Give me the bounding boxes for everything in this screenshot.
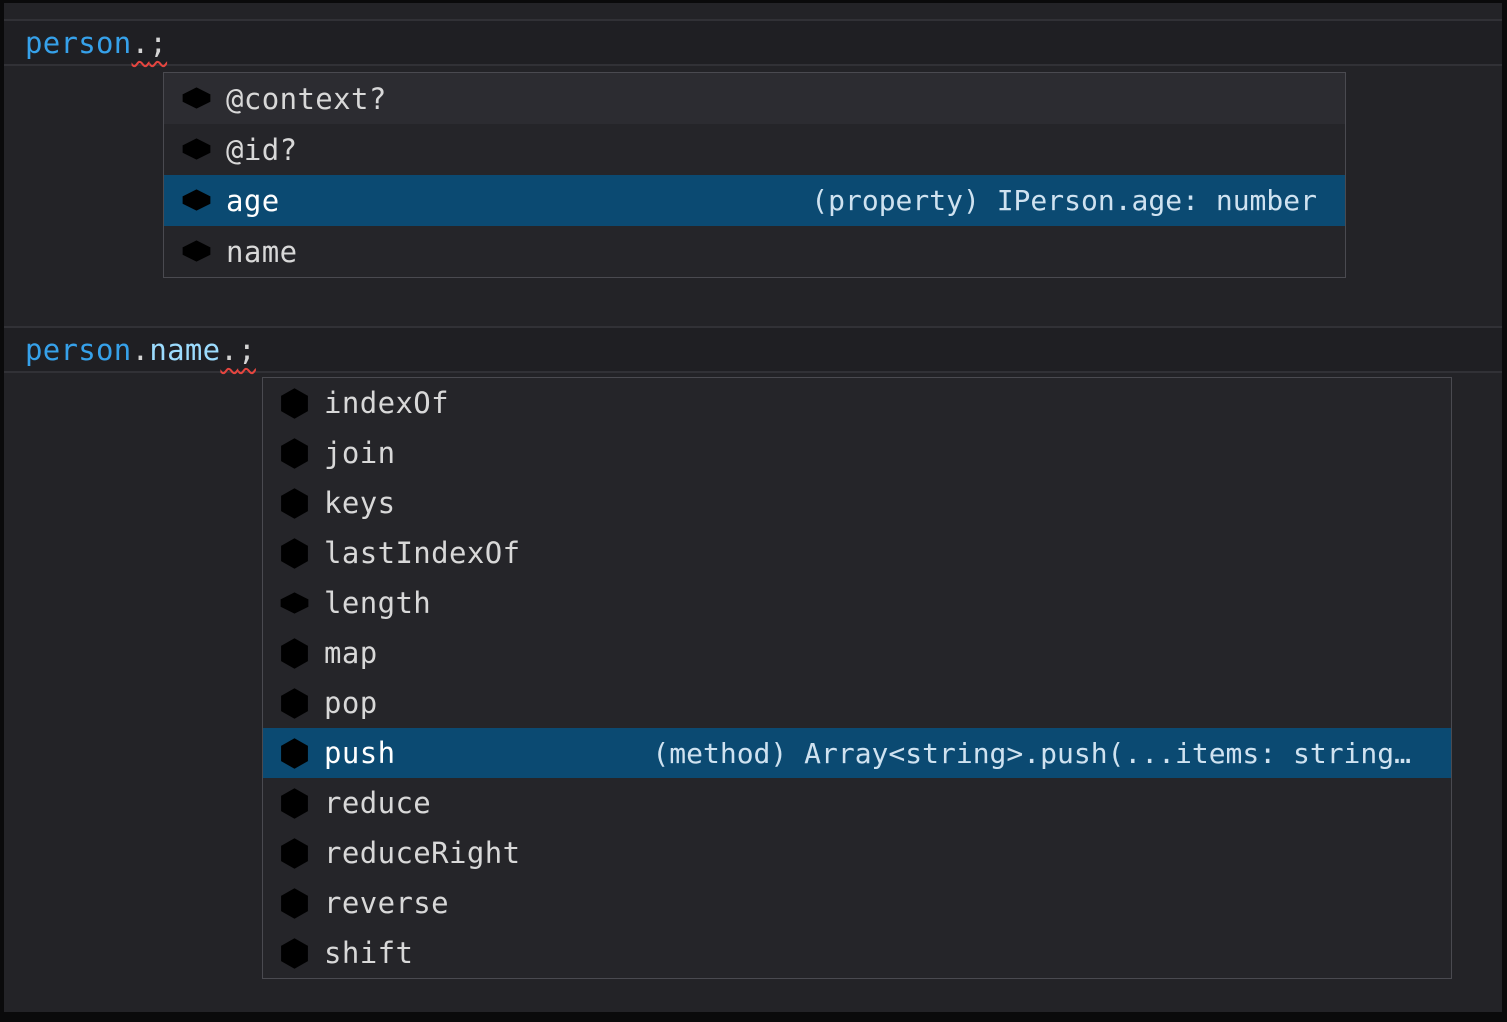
symbol-method-icon [276,385,313,422]
suggestion-item[interactable]: lastIndexOf [263,528,1451,578]
suggestion-detail: (property) IPerson.age: number [811,184,1317,217]
symbol-field-icon [178,80,215,117]
suggestion-label: name [226,235,297,269]
symbol-field-icon [178,182,215,219]
suggestion-item[interactable]: reduce [263,778,1451,828]
editor-window: person.; @context? @id? age (property) I… [4,3,1502,1012]
suggestion-detail: (method) Array<string>.push(...items: st… [652,737,1411,770]
suggestion-label: reduceRight [324,836,520,870]
screenshot-root: { "colors": { "editor_background": "#232… [0,0,1507,1022]
semicolon-token-error: ; [238,333,256,367]
symbol-method-icon [276,435,313,472]
symbol-method-icon [276,485,313,522]
symbol-method-icon [276,935,313,972]
suggestion-label: shift [324,936,413,970]
suggestion-item-selected[interactable]: age (property) IPerson.age: number [164,175,1345,226]
suggestion-label: reverse [324,886,449,920]
code-line-2: person.name.; [4,333,256,367]
suggestion-label: reduce [324,786,431,820]
editor-line-1[interactable]: person.; [4,19,1502,66]
code-line-1: person.; [4,26,167,60]
suggestion-label: age [226,184,280,218]
suggestion-item[interactable]: reduceRight [263,828,1451,878]
suggestion-label: map [324,636,378,670]
suggest-widget-1: @context? @id? age (property) IPerson.ag… [163,72,1346,278]
property-token: name [149,333,220,367]
symbol-method-icon [276,535,313,572]
suggestion-label: lastIndexOf [324,536,520,570]
symbol-method-icon [276,635,313,672]
suggestion-item[interactable]: @context? [164,73,1345,124]
suggestion-item[interactable]: join [263,428,1451,478]
suggestion-label: keys [324,486,395,520]
suggest-widget-2: indexOf join keys lastIndexOf length map… [262,377,1452,979]
symbol-method-icon [276,785,313,822]
symbol-field-icon [276,585,313,622]
symbol-field-icon [178,131,215,168]
symbol-method-icon [276,735,313,772]
symbol-method-icon [276,685,313,722]
suggestion-item[interactable]: length [263,578,1451,628]
suggestion-label: pop [324,686,378,720]
symbol-method-icon [276,835,313,872]
dot-token-error: . [132,26,150,60]
symbol-method-icon [276,885,313,922]
variable-token: person [25,333,132,367]
suggestion-item[interactable]: name [164,226,1345,277]
dot-token-error: . [220,333,238,367]
suggestion-item[interactable]: reverse [263,878,1451,928]
suggestion-item-selected[interactable]: push (method) Array<string>.push(...item… [263,728,1451,778]
semicolon-token-error: ; [149,26,167,60]
editor-line-2[interactable]: person.name.; [4,326,1502,373]
variable-token: person [25,26,132,60]
suggestion-label: @id? [226,133,297,167]
suggestion-item[interactable]: map [263,628,1451,678]
suggestion-item[interactable]: @id? [164,124,1345,175]
suggestion-item[interactable]: pop [263,678,1451,728]
suggestion-item[interactable]: keys [263,478,1451,528]
suggestion-label: length [324,586,431,620]
suggestion-label: indexOf [324,386,449,420]
suggestion-label: join [324,436,395,470]
suggestion-label: @context? [226,82,387,116]
suggestion-item[interactable]: indexOf [263,378,1451,428]
suggestion-label: push [324,736,395,770]
suggestion-item[interactable]: shift [263,928,1451,978]
dot-token: . [132,333,150,367]
symbol-field-icon [178,233,215,270]
